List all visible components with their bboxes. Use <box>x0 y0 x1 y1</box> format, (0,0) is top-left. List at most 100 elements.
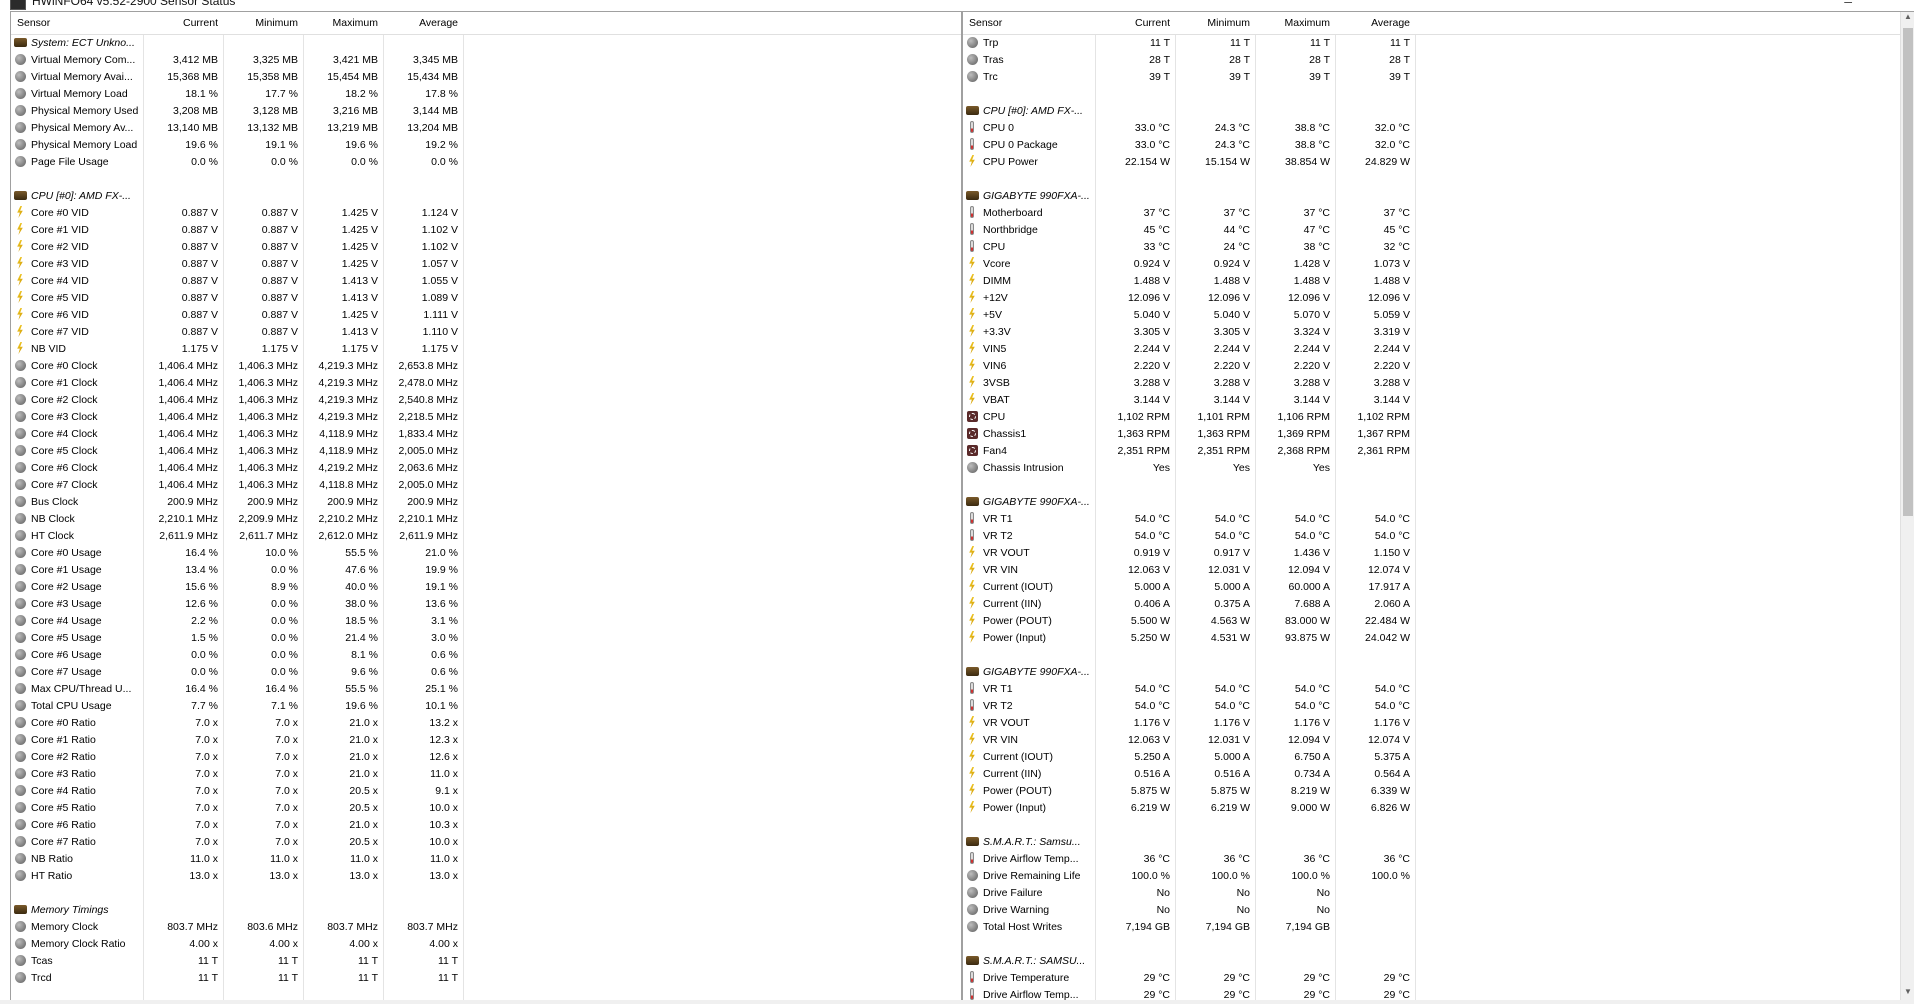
sensor-row[interactable]: Core #1 VID 0.887 V 0.887 V 1.425 V 1.102 V <box>11 221 961 238</box>
sensor-row[interactable]: VR T2 54.0 °C 54.0 °C 54.0 °C 54.0 °C <box>963 527 1914 544</box>
vertical-scrollbar[interactable]: ▲ ▼ <box>1900 12 1914 1001</box>
sensor-row[interactable]: VR T1 54.0 °C 54.0 °C 54.0 °C 54.0 °C <box>963 680 1914 697</box>
sensor-row[interactable]: Core #0 Ratio 7.0 x 7.0 x 21.0 x 13.2 x <box>11 714 961 731</box>
sensor-group-row[interactable]: S.M.A.R.T.: SAMSU... <box>963 952 1914 969</box>
sensor-row[interactable]: Core #3 Usage 12.6 % 0.0 % 38.0 % 13.6 % <box>11 595 961 612</box>
sensor-row[interactable]: Trc 39 T 39 T 39 T 39 T <box>963 68 1914 85</box>
sensor-group-row[interactable]: System: ECT Unkno... <box>11 34 961 51</box>
sensor-row[interactable]: HT Clock 2,611.9 MHz 2,611.7 MHz 2,612.0 MH… <box>11 527 961 544</box>
sensor-row[interactable]: Core #4 VID 0.887 V 0.887 V 1.413 V 1.055 V <box>11 272 961 289</box>
sensor-row[interactable]: Current (IIN) 0.406 A 0.375 A 7.688 A 2.060 … <box>963 595 1914 612</box>
header-maximum[interactable]: Maximum <box>1255 17 1330 29</box>
sensor-row[interactable]: +5V 5.040 V 5.040 V 5.070 V 5.059 V <box>963 306 1914 323</box>
sensor-row[interactable]: Drive Temperature 29 °C 29 °C 29 °C 29 °C <box>963 969 1914 986</box>
sensor-row[interactable]: CPU Power 22.154 W 15.154 W 38.854 W 24.829 … <box>963 153 1914 170</box>
sensor-row[interactable]: Core #2 Usage 15.6 % 8.9 % 40.0 % 19.1 % <box>11 578 961 595</box>
sensor-row[interactable]: Core #5 Clock 1,406.4 MHz 1,406.3 MHz 4,118… <box>11 442 961 459</box>
sensor-row[interactable]: Core #3 VID 0.887 V 0.887 V 1.425 V 1.057 V <box>11 255 961 272</box>
sensor-row[interactable]: Current (IOUT) 5.000 A 5.000 A 60.000 A 17.9… <box>963 578 1914 595</box>
sensor-row[interactable]: NB Ratio 11.0 x 11.0 x 11.0 x 11.0 x <box>11 850 961 867</box>
sensor-row[interactable]: Core #5 Ratio 7.0 x 7.0 x 20.5 x 10.0 x <box>11 799 961 816</box>
sensor-row[interactable]: Page File Usage 0.0 % 0.0 % 0.0 % 0.0 % <box>11 153 961 170</box>
sensor-row[interactable]: VR VIN 12.063 V 12.031 V 12.094 V 12.074 V <box>963 731 1914 748</box>
sensor-row[interactable]: Core #6 Usage 0.0 % 0.0 % 8.1 % 0.6 % <box>11 646 961 663</box>
sensor-row[interactable]: Total Host Writes 7,194 GB 7,194 GB 7,194 G… <box>963 918 1914 935</box>
sensor-row[interactable]: DIMM 1.488 V 1.488 V 1.488 V 1.488 V <box>963 272 1914 289</box>
sensor-row[interactable]: VIN6 2.220 V 2.220 V 2.220 V 2.220 V <box>963 357 1914 374</box>
sensor-row[interactable]: Core #6 VID 0.887 V 0.887 V 1.425 V 1.111 V <box>11 306 961 323</box>
sensor-row[interactable]: Core #5 Usage 1.5 % 0.0 % 21.4 % 3.0 % <box>11 629 961 646</box>
sensor-row[interactable]: Current (IIN) 0.516 A 0.516 A 0.734 A 0.564 … <box>963 765 1914 782</box>
sensor-row[interactable]: Core #7 Clock 1,406.4 MHz 1,406.3 MHz 4,118… <box>11 476 961 493</box>
header-average[interactable]: Average <box>383 17 458 29</box>
sensor-row[interactable]: VBAT 3.144 V 3.144 V 3.144 V 3.144 V <box>963 391 1914 408</box>
sensor-row[interactable]: Physical Memory Used 3,208 MB 3,128 MB 3,21… <box>11 102 961 119</box>
header-current[interactable]: Current <box>143 17 218 29</box>
header-average[interactable]: Average <box>1335 17 1410 29</box>
sensor-row[interactable]: Trp 11 T 11 T 11 T 11 T <box>963 34 1914 51</box>
sensor-row[interactable]: CPU 0 33.0 °C 24.3 °C 38.8 °C 32.0 °C <box>963 119 1914 136</box>
sensor-row[interactable]: CPU 1,102 RPM 1,101 RPM 1,106 RPM 1,102 RPM <box>963 408 1914 425</box>
sensor-row[interactable]: Drive Warning No No No <box>963 901 1914 918</box>
sensor-row[interactable]: Core #0 Usage 16.4 % 10.0 % 55.5 % 21.0 % <box>11 544 961 561</box>
sensor-row[interactable]: Tras 28 T 28 T 28 T 28 T <box>963 51 1914 68</box>
sensor-row[interactable]: Core #7 VID 0.887 V 0.887 V 1.413 V 1.110 V <box>11 323 961 340</box>
sensor-row[interactable]: Power (Input) 5.250 W 4.531 W 93.875 W 24.04… <box>963 629 1914 646</box>
sensor-row[interactable]: VR VOUT 1.176 V 1.176 V 1.176 V 1.176 V <box>963 714 1914 731</box>
sensor-row[interactable]: Total CPU Usage 7.7 % 7.1 % 19.6 % 10.1 % <box>11 697 961 714</box>
scroll-up-icon[interactable]: ▲ <box>1901 12 1914 26</box>
sensor-row[interactable]: Core #4 Clock 1,406.4 MHz 1,406.3 MHz 4,118… <box>11 425 961 442</box>
sensor-row[interactable]: Max CPU/Thread U... 16.4 % 16.4 % 55.5 % 25.… <box>11 680 961 697</box>
sensor-group-row[interactable]: CPU [#0]: AMD FX-... <box>963 102 1914 119</box>
sensor-row[interactable]: Memory Clock Ratio 4.00 x 4.00 x 4.00 x 4.00… <box>11 935 961 952</box>
sensor-row[interactable]: Chassis1 1,363 RPM 1,363 RPM 1,369 RPM 1,367… <box>963 425 1914 442</box>
scroll-down-icon[interactable]: ▼ <box>1901 987 1914 1001</box>
sensor-row[interactable]: Motherboard 37 °C 37 °C 37 °C 37 °C <box>963 204 1914 221</box>
sensor-row[interactable]: Core #7 Usage 0.0 % 0.0 % 9.6 % 0.6 % <box>11 663 961 680</box>
sensor-row[interactable]: Tcas 11 T 11 T 11 T 11 T <box>11 952 961 969</box>
sensor-row[interactable]: 3VSB 3.288 V 3.288 V 3.288 V 3.288 V <box>963 374 1914 391</box>
header-maximum[interactable]: Maximum <box>303 17 378 29</box>
sensor-row[interactable]: Physical Memory Av... 13,140 MB 13,132 MB 1… <box>11 119 961 136</box>
sensor-row[interactable]: Core #0 VID 0.887 V 0.887 V 1.425 V 1.124 V <box>11 204 961 221</box>
sensor-row[interactable]: VR VOUT 0.919 V 0.917 V 1.436 V 1.150 V <box>963 544 1914 561</box>
sensor-row[interactable]: NB VID 1.175 V 1.175 V 1.175 V 1.175 V <box>11 340 961 357</box>
sensor-row[interactable]: Core #0 Clock 1,406.4 MHz 1,406.3 MHz 4,219… <box>11 357 961 374</box>
sensor-row[interactable]: Vcore 0.924 V 0.924 V 1.428 V 1.073 V <box>963 255 1914 272</box>
sensor-row[interactable]: Core #3 Clock 1,406.4 MHz 1,406.3 MHz 4,219… <box>11 408 961 425</box>
sensor-row[interactable]: Virtual Memory Avai... 15,368 MB 15,358 MB… <box>11 68 961 85</box>
sensor-row[interactable]: Core #4 Ratio 7.0 x 7.0 x 20.5 x 9.1 x <box>11 782 961 799</box>
sensor-row[interactable]: Current (IOUT) 5.250 A 5.000 A 6.750 A 5.375… <box>963 748 1914 765</box>
sensor-row[interactable]: Core #2 VID 0.887 V 0.887 V 1.425 V 1.102 V <box>11 238 961 255</box>
sensor-row[interactable]: Core #5 VID 0.887 V 0.887 V 1.413 V 1.089 V <box>11 289 961 306</box>
header-minimum[interactable]: Minimum <box>223 17 298 29</box>
sensor-row[interactable]: Chassis Intrusion Yes Yes Yes <box>963 459 1914 476</box>
sensor-group-row[interactable]: S.M.A.R.T.: Samsu... <box>963 833 1914 850</box>
sensor-row[interactable]: Core #1 Ratio 7.0 x 7.0 x 21.0 x 12.3 x <box>11 731 961 748</box>
minimize-icon[interactable]: – <box>1844 0 1852 9</box>
header-sensor[interactable]: Sensor <box>969 17 1002 29</box>
sensor-row[interactable]: Drive Remaining Life 100.0 % 100.0 % 100.0 … <box>963 867 1914 884</box>
sensor-row[interactable]: Fan4 2,351 RPM 2,351 RPM 2,368 RPM 2,361 RPM <box>963 442 1914 459</box>
sensor-row[interactable]: Core #2 Clock 1,406.4 MHz 1,406.3 MHz 4,219… <box>11 391 961 408</box>
sensor-row[interactable]: Bus Clock 200.9 MHz 200.9 MHz 200.9 MHz 200.… <box>11 493 961 510</box>
sensor-row[interactable]: Core #3 Ratio 7.0 x 7.0 x 21.0 x 11.0 x <box>11 765 961 782</box>
sensor-row[interactable]: VR T2 54.0 °C 54.0 °C 54.0 °C 54.0 °C <box>963 697 1914 714</box>
sensor-row[interactable]: Core #4 Usage 2.2 % 0.0 % 18.5 % 3.1 % <box>11 612 961 629</box>
sensor-row[interactable]: CPU 0 Package 33.0 °C 24.3 °C 38.8 °C 32.0 °… <box>963 136 1914 153</box>
sensor-row[interactable]: Core #1 Clock 1,406.4 MHz 1,406.3 MHz 4,219… <box>11 374 961 391</box>
sensor-row[interactable]: Power (Input) 6.219 W 6.219 W 9.000 W 6.826 … <box>963 799 1914 816</box>
sensor-row[interactable]: VR VIN 12.063 V 12.031 V 12.094 V 12.074 V <box>963 561 1914 578</box>
sensor-row[interactable]: Drive Airflow Temp... 36 °C 36 °C 36 °C 36 °… <box>963 850 1914 867</box>
sensor-row[interactable]: Power (POUT) 5.875 W 5.875 W 8.219 W 6.339 W <box>963 782 1914 799</box>
sensor-group-row[interactable]: Memory Timings <box>11 901 961 918</box>
sensor-pane-right[interactable]: Sensor Current Minimum Maximum Average T… <box>962 11 1914 1002</box>
sensor-row[interactable]: VR T1 54.0 °C 54.0 °C 54.0 °C 54.0 °C <box>963 510 1914 527</box>
sensor-pane-left[interactable]: Sensor Current Minimum Maximum Average S… <box>10 11 962 1002</box>
sensor-row[interactable]: Power (POUT) 5.500 W 4.563 W 83.000 W 22.484… <box>963 612 1914 629</box>
header-minimum[interactable]: Minimum <box>1175 17 1250 29</box>
sensor-group-row[interactable]: CPU [#0]: AMD FX-... <box>11 187 961 204</box>
sensor-row[interactable]: Core #6 Ratio 7.0 x 7.0 x 21.0 x 10.3 x <box>11 816 961 833</box>
sensor-group-row[interactable]: GIGABYTE 990FXA-... <box>963 187 1914 204</box>
header-sensor[interactable]: Sensor <box>17 17 50 29</box>
